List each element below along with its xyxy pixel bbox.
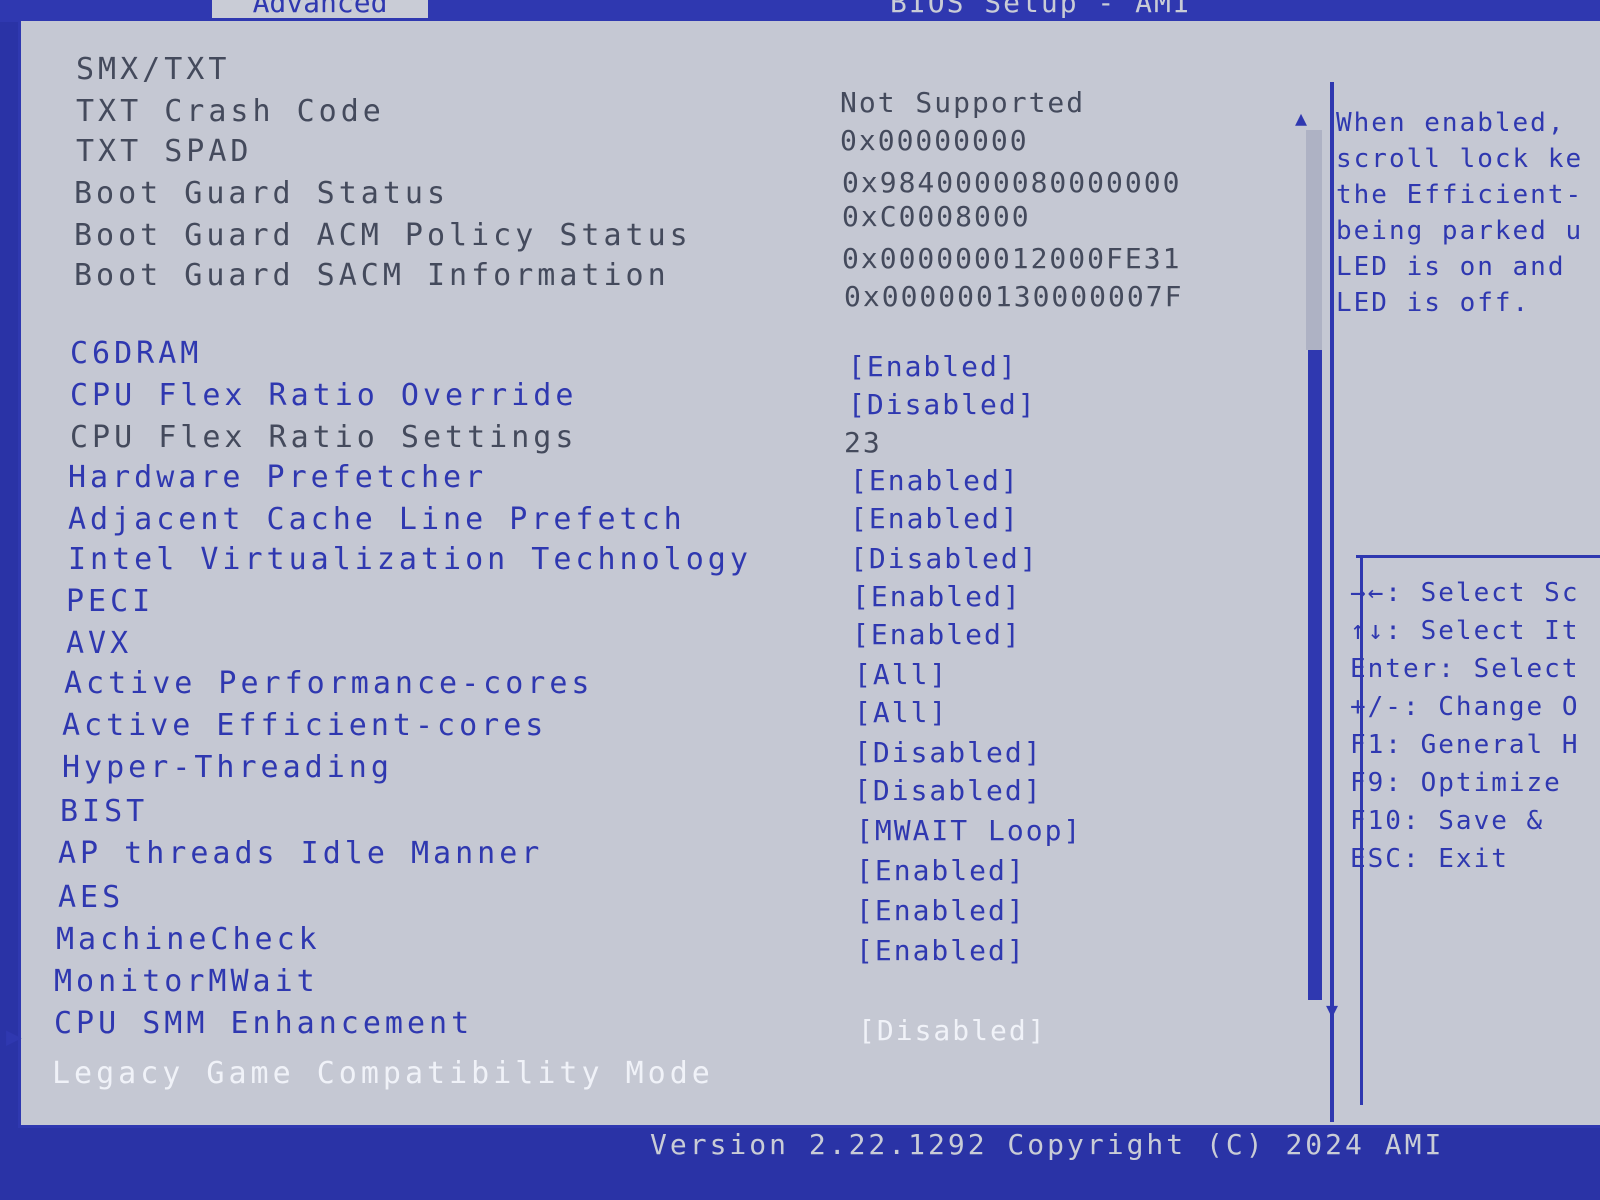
key-hint: ↑↓: Select It bbox=[1350, 616, 1580, 646]
panel-divider bbox=[1330, 82, 1334, 1122]
setting-value: 0xC0008000 bbox=[842, 200, 1031, 233]
setting-label: Boot Guard SACM Information bbox=[74, 258, 670, 293]
scrollbar-thumb[interactable] bbox=[1308, 350, 1322, 1000]
setting-value[interactable]: [Disabled] bbox=[858, 1014, 1047, 1047]
setting-label[interactable]: PECI bbox=[66, 584, 154, 619]
scroll-down-icon[interactable]: ▼ bbox=[1326, 998, 1338, 1022]
help-line: being parked u bbox=[1336, 216, 1584, 246]
key-hint: F10: Save & bbox=[1350, 806, 1545, 836]
setting-label[interactable]: Adjacent Cache Line Prefetch bbox=[68, 502, 686, 537]
setting-label: Boot Guard Status bbox=[74, 176, 450, 211]
selection-pointer-icon: ▶ bbox=[6, 1022, 22, 1052]
setting-label[interactable]: CPU SMM Enhancement bbox=[54, 1006, 473, 1041]
setting-value[interactable]: [Enabled] bbox=[850, 502, 1020, 535]
setting-value: 0x000000130000007F bbox=[844, 280, 1184, 313]
setting-value: 0x000000012000FE31 bbox=[842, 242, 1182, 275]
key-hint: →←: Select Sc bbox=[1350, 578, 1580, 608]
tab-advanced[interactable]: Advanced bbox=[212, 0, 428, 20]
setting-label[interactable]: CPU Flex Ratio Override bbox=[70, 378, 577, 413]
setting-value[interactable]: [All] bbox=[854, 696, 948, 729]
setting-label[interactable]: AP threads Idle Manner bbox=[58, 836, 543, 871]
setting-value[interactable]: [Disabled] bbox=[854, 736, 1043, 769]
setting-label[interactable]: AES bbox=[58, 880, 124, 915]
setting-label: CPU Flex Ratio Settings bbox=[70, 420, 578, 455]
setting-label[interactable]: AVX bbox=[66, 626, 132, 661]
setting-value[interactable]: [Enabled] bbox=[856, 854, 1026, 887]
setting-value[interactable]: [Enabled] bbox=[848, 350, 1018, 383]
version-footer: Version 2.22.1292 Copyright (C) 2024 AMI bbox=[650, 1128, 1445, 1161]
setting-label[interactable]: Hyper-Threading bbox=[62, 750, 393, 785]
bios-title: BIOS Setup - AMI bbox=[890, 0, 1192, 19]
setting-label: TXT Crash Code bbox=[76, 94, 385, 129]
setting-value[interactable]: [All] bbox=[854, 658, 948, 691]
setting-label[interactable]: MachineCheck bbox=[56, 922, 321, 957]
setting-value[interactable]: [Disabled] bbox=[854, 774, 1043, 807]
setting-label[interactable]: Intel Virtualization Technology bbox=[68, 542, 752, 577]
key-hint: F9: Optimize bbox=[1350, 768, 1562, 798]
scrollbar-track-top bbox=[1306, 130, 1322, 350]
setting-value[interactable]: [Disabled] bbox=[848, 388, 1037, 421]
scroll-up-icon[interactable]: ▲ bbox=[1295, 106, 1307, 130]
key-hint: +/-: Change O bbox=[1350, 692, 1580, 722]
setting-label[interactable]: MonitorMWait bbox=[54, 964, 319, 999]
setting-label[interactable]: Legacy Game Compatibility Mode bbox=[52, 1056, 714, 1091]
setting-value: 0x00000000 bbox=[840, 124, 1029, 157]
help-line: scroll lock ke bbox=[1336, 144, 1584, 174]
setting-label[interactable]: Active Efficient-cores bbox=[62, 708, 547, 743]
setting-value[interactable]: [Enabled] bbox=[852, 580, 1022, 613]
help-line: LED is on and bbox=[1336, 252, 1566, 282]
setting-value: 0x9840000080000000 bbox=[842, 166, 1182, 199]
setting-value[interactable]: [MWAIT Loop] bbox=[856, 814, 1082, 847]
setting-label: SMX/TXT bbox=[76, 52, 231, 87]
setting-value[interactable]: [Enabled] bbox=[850, 464, 1020, 497]
help-line: When enabled, bbox=[1336, 108, 1566, 138]
setting-value[interactable]: [Disabled] bbox=[850, 542, 1039, 575]
help-line: LED is off. bbox=[1336, 288, 1531, 318]
setting-label: TXT SPAD bbox=[76, 134, 253, 169]
setting-value: Not Supported bbox=[840, 86, 1086, 119]
help-line: the Efficient- bbox=[1336, 180, 1584, 210]
help-divider bbox=[1356, 555, 1600, 558]
key-hint: F1: General H bbox=[1350, 730, 1580, 760]
scrollbar[interactable] bbox=[1306, 130, 1322, 1000]
setting-value[interactable]: [Enabled] bbox=[852, 618, 1022, 651]
setting-label[interactable]: BIST bbox=[60, 794, 148, 829]
setting-value[interactable]: [Enabled] bbox=[856, 894, 1026, 927]
setting-value[interactable]: [Enabled] bbox=[856, 934, 1026, 967]
setting-label[interactable]: C6DRAM bbox=[70, 336, 202, 371]
setting-value: 23 bbox=[844, 426, 882, 459]
setting-label[interactable]: Active Performance-cores bbox=[64, 666, 593, 701]
key-hint: ESC: Exit bbox=[1350, 844, 1509, 874]
setting-label: Boot Guard ACM Policy Status bbox=[74, 218, 692, 253]
setting-label[interactable]: Hardware Prefetcher bbox=[68, 460, 487, 495]
key-hint: Enter: Select bbox=[1350, 654, 1580, 684]
